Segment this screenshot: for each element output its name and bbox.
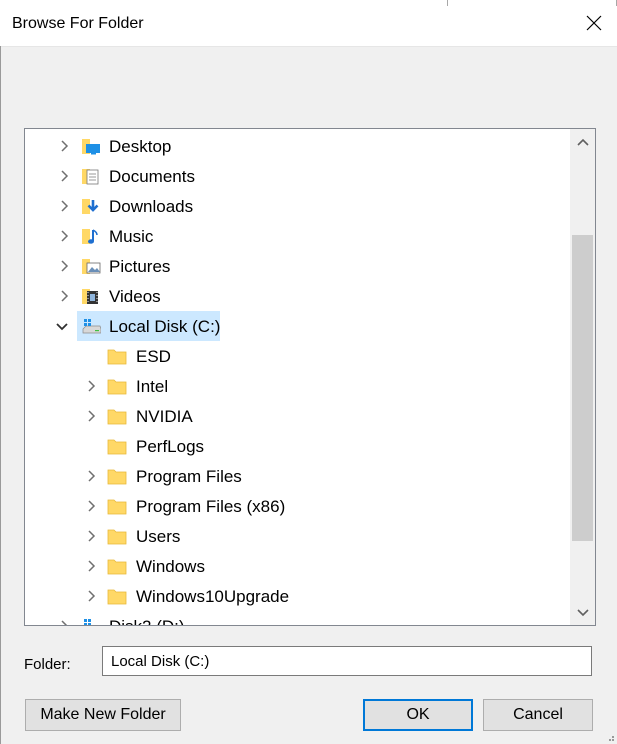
folder-tree[interactable]: Desktop Documents Downloads Music Pictures Vi… bbox=[24, 128, 596, 626]
tree-item[interactable]: Disk2 (D:) bbox=[25, 611, 567, 626]
tree-item-label: PerfLogs bbox=[136, 437, 205, 456]
make-new-folder-button[interactable]: Make New Folder bbox=[25, 699, 181, 731]
chevron-right-icon[interactable] bbox=[58, 230, 70, 242]
dialog-title: Browse For Folder bbox=[12, 15, 144, 32]
tree-item-label: Pictures bbox=[109, 257, 171, 276]
ok-button[interactable]: OK bbox=[363, 699, 473, 731]
tree-item[interactable]: Windows bbox=[25, 551, 567, 581]
folder-icon bbox=[107, 499, 127, 515]
desktop-folder-icon bbox=[82, 139, 100, 155]
chevron-right-icon[interactable] bbox=[85, 410, 97, 422]
chevron-right-icon[interactable] bbox=[85, 590, 97, 602]
chevron-right-icon[interactable] bbox=[58, 260, 70, 272]
tree-item-label: ESD bbox=[136, 347, 171, 366]
tree-item[interactable]: Local Disk (C:) bbox=[25, 311, 567, 341]
tree-item[interactable]: Pictures bbox=[25, 251, 567, 281]
chevron-right-icon[interactable] bbox=[85, 380, 97, 392]
pictures-folder-icon bbox=[82, 259, 101, 274]
downloads-folder-icon bbox=[82, 199, 99, 214]
folder-icon bbox=[107, 559, 127, 575]
tree-item[interactable]: Music bbox=[25, 221, 567, 251]
documents-folder-icon bbox=[82, 169, 99, 185]
folder-label: Folder: bbox=[24, 656, 71, 673]
tree-item-label: Downloads bbox=[109, 197, 194, 216]
window-border bbox=[0, 46, 1, 744]
chevron-down-icon[interactable] bbox=[56, 320, 68, 332]
tree-item[interactable]: Intel bbox=[25, 371, 567, 401]
chevron-right-icon[interactable] bbox=[58, 290, 70, 302]
drive-icon bbox=[82, 319, 101, 334]
tree-item[interactable]: Users bbox=[25, 521, 567, 551]
window-edge bbox=[447, 0, 448, 6]
chevron-right-icon[interactable] bbox=[58, 170, 70, 182]
chevron-right-icon[interactable] bbox=[58, 140, 70, 152]
tree-item[interactable]: Windows10Upgrade bbox=[25, 581, 567, 611]
tree-item-label: Program Files (x86) bbox=[136, 497, 286, 516]
tree-item-label: Local Disk (C:) bbox=[109, 317, 221, 336]
tree-item-label: Videos bbox=[109, 287, 161, 306]
tree-item-label: Music bbox=[109, 227, 154, 246]
chevron-right-icon[interactable] bbox=[58, 200, 70, 212]
tree-item-label: Users bbox=[136, 527, 181, 546]
chevron-right-icon[interactable] bbox=[85, 530, 97, 542]
cancel-button[interactable]: Cancel bbox=[483, 699, 593, 731]
chevron-right-icon[interactable] bbox=[58, 620, 70, 626]
folder-icon bbox=[107, 589, 127, 605]
tree-item-label: Desktop bbox=[109, 137, 172, 156]
scroll-up-button[interactable] bbox=[570, 129, 595, 154]
tree-item[interactable]: PerfLogs bbox=[25, 431, 567, 461]
tree-item[interactable]: Program Files bbox=[25, 461, 567, 491]
tree-item-label: Disk2 (D:) bbox=[109, 617, 185, 625]
tree-item[interactable]: NVIDIA bbox=[25, 401, 567, 431]
close-button[interactable] bbox=[571, 0, 617, 46]
scroll-thumb[interactable] bbox=[572, 235, 593, 541]
folder-field[interactable] bbox=[102, 646, 592, 676]
tree-item[interactable]: Downloads bbox=[25, 191, 567, 221]
chevron-up-icon bbox=[576, 138, 589, 146]
drive-icon bbox=[84, 619, 91, 625]
folder-icon bbox=[107, 529, 127, 545]
tree-item[interactable]: Program Files (x86) bbox=[25, 491, 567, 521]
folder-icon bbox=[107, 439, 127, 455]
tree-item[interactable]: Documents bbox=[25, 161, 567, 191]
chevron-right-icon[interactable] bbox=[85, 560, 97, 572]
tree-item[interactable]: Videos bbox=[25, 281, 567, 311]
chevron-down-icon bbox=[576, 608, 589, 616]
chevron-right-icon[interactable] bbox=[85, 500, 97, 512]
tree-item-label: Program Files bbox=[136, 467, 242, 486]
tree-item-label: NVIDIA bbox=[136, 407, 193, 426]
music-folder-icon bbox=[82, 229, 98, 244]
resize-grip-icon[interactable] bbox=[605, 732, 615, 742]
tree-item-label: Windows10Upgrade bbox=[136, 587, 290, 606]
videos-folder-icon bbox=[82, 289, 98, 304]
tree-item[interactable]: ESD bbox=[25, 341, 567, 371]
vertical-scrollbar[interactable] bbox=[570, 129, 595, 625]
title-bar: Browse For Folder bbox=[0, 0, 617, 47]
folder-icon bbox=[107, 349, 127, 365]
tree-item-label: Windows bbox=[136, 557, 205, 576]
folder-icon bbox=[107, 379, 127, 395]
chevron-right-icon[interactable] bbox=[85, 470, 97, 482]
folder-icon bbox=[107, 409, 127, 425]
close-icon bbox=[586, 15, 602, 31]
tree-item-label: Intel bbox=[136, 377, 169, 396]
scroll-down-button[interactable] bbox=[570, 600, 595, 625]
tree-item-label: Documents bbox=[109, 167, 195, 186]
tree-item[interactable]: Desktop bbox=[25, 131, 567, 161]
folder-icon bbox=[107, 469, 127, 485]
